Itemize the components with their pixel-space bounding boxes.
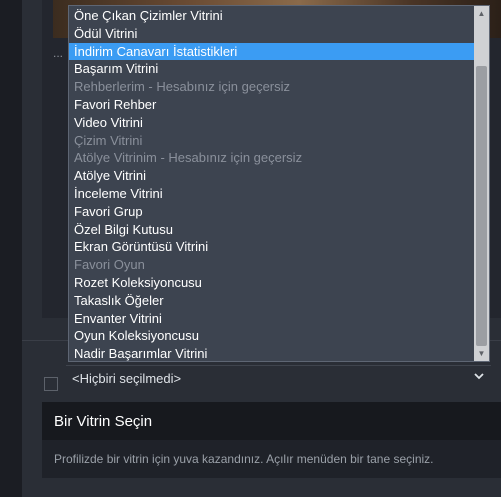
dropdown-option[interactable]: Video Vitrini bbox=[69, 114, 474, 131]
left-gutter bbox=[0, 0, 22, 497]
scroll-down-arrow-icon[interactable]: ▼ bbox=[474, 346, 489, 361]
showcase-select[interactable]: <Hiçbiri seçilmedi> bbox=[66, 365, 491, 391]
dropdown-option[interactable]: Öne Çıkan Çizimler Vitrini bbox=[69, 7, 474, 24]
dropdown-option[interactable]: Özel Bilgi Kutusu bbox=[69, 221, 474, 238]
dropdown-option[interactable]: Ödül Vitrini bbox=[69, 25, 474, 42]
dropdown-option[interactable]: Favori Rehber bbox=[69, 96, 474, 113]
dropdown-option[interactable]: Oyun Koleksiyoncusu bbox=[69, 327, 474, 344]
dropdown-option[interactable]: Nadir Başarımlar Vitrini bbox=[69, 345, 474, 361]
select-current-value: <Hiçbiri seçilmedi> bbox=[72, 371, 182, 386]
dropdown-option: Rehberlerim - Hesabınız için geçersiz bbox=[74, 79, 291, 95]
dropdown-option[interactable]: Atölye Vitrini bbox=[69, 167, 474, 184]
dropdown-option[interactable]: Başarım Vitrini bbox=[69, 60, 474, 77]
dropdown-option: Favori Oyun bbox=[74, 257, 145, 273]
showcase-dropdown-list[interactable]: Öne Çıkan Çizimler Vitrini Ödül Vitrini İn… bbox=[68, 5, 490, 362]
card-description: Profilizde bir vitrin için yuva kazandın… bbox=[54, 452, 434, 466]
card-title: Bir Vitrin Seçin bbox=[54, 413, 153, 430]
select-showcase-card: Bir Vitrin Seçin Profilizde bir vitrin i… bbox=[42, 402, 501, 478]
dropdown-option: Çizim Vitrini bbox=[74, 132, 143, 148]
scroll-up-arrow-icon[interactable]: ▲ bbox=[474, 6, 489, 21]
chevron-down-icon[interactable] bbox=[473, 370, 485, 385]
artwork-caption: ... bbox=[53, 46, 64, 60]
dropdown-option[interactable]: Rozet Koleksiyoncusu bbox=[69, 274, 474, 291]
dropdown-option[interactable]: Takaslık Öğeler bbox=[69, 292, 474, 309]
dropdown-option: Atölye Vitrinim - Hesabınız için geçersi… bbox=[74, 150, 303, 166]
showcase-checkbox[interactable] bbox=[44, 377, 58, 391]
scrollbar[interactable]: ▲ ▼ bbox=[474, 6, 489, 361]
scroll-thumb[interactable] bbox=[476, 66, 487, 346]
dropdown-option[interactable]: Envanter Vitrini bbox=[69, 310, 474, 327]
dropdown-option[interactable]: Favori Grup bbox=[69, 203, 474, 220]
dropdown-option-selected[interactable]: İndirim Canavarı İstatistikleri bbox=[69, 42, 474, 60]
dropdown-option[interactable]: Ekran Görüntüsü Vitrini bbox=[69, 238, 474, 255]
dropdown-option[interactable]: İnceleme Vitrini bbox=[69, 185, 474, 202]
card-header: Bir Vitrin Seçin bbox=[42, 402, 501, 440]
